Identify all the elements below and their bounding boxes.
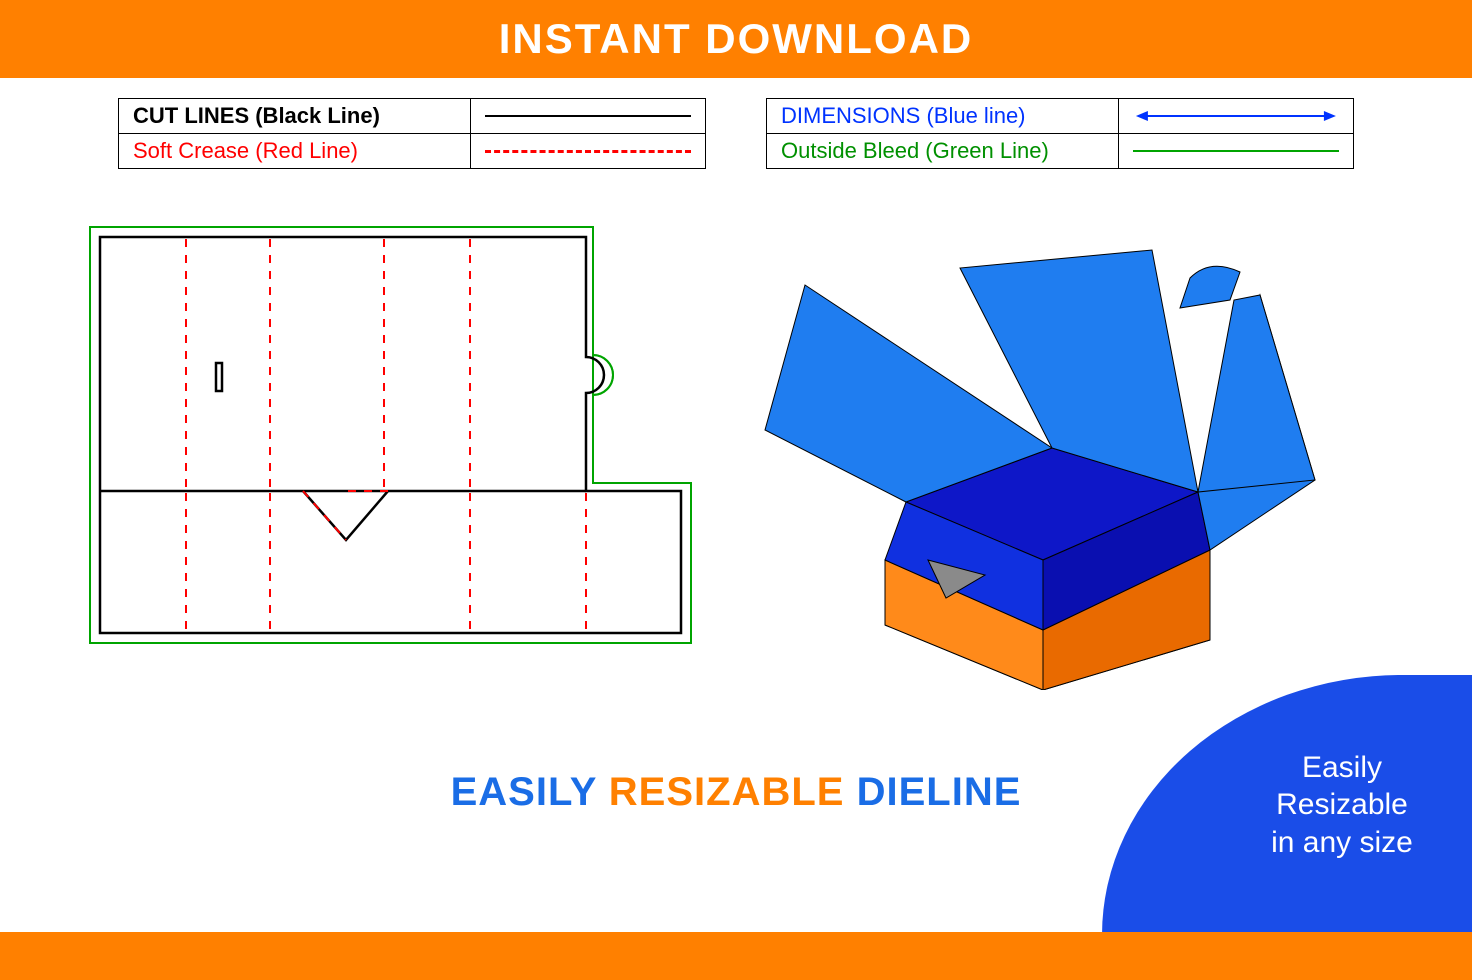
top-banner: INSTANT DOWNLOAD [0, 0, 1472, 78]
legend-crease-label: Soft Crease (Red Line) [119, 134, 471, 169]
box-3d-svg [760, 230, 1320, 690]
legend-bleed-label: Outside Bleed (Green Line) [767, 134, 1119, 169]
arrow-blue-icon [1133, 108, 1339, 124]
legend-bleed-sample [1119, 134, 1354, 169]
tagline-word-3: DIELINE [857, 770, 1022, 814]
dieline-svg [88, 225, 693, 645]
legend-right: DIMENSIONS (Blue line) Outside Bleed (Gr… [766, 98, 1354, 169]
badge-line-1: Easily [1302, 749, 1382, 787]
top-banner-text: INSTANT DOWNLOAD [499, 15, 974, 63]
legend-cut-sample [471, 99, 706, 134]
dieline-flat [88, 225, 693, 645]
corner-badge: Easily Resizable in any size [1102, 675, 1472, 935]
legend-cut-label: CUT LINES (Black Line) [119, 99, 471, 134]
badge-line-3: in any size [1271, 824, 1413, 862]
bottom-bar [0, 932, 1472, 980]
legend-left: CUT LINES (Black Line) Soft Crease (Red … [118, 98, 706, 169]
tagline-word-1: EASILY [451, 770, 597, 814]
tagline-word-2: RESIZABLE [609, 770, 845, 814]
legend-dim-label: DIMENSIONS (Blue line) [767, 99, 1119, 134]
legend-crease-sample [471, 134, 706, 169]
legend-dim-sample [1119, 99, 1354, 134]
legend-row: CUT LINES (Black Line) Soft Crease (Red … [118, 98, 1354, 169]
badge-line-2: Resizable [1276, 786, 1408, 824]
box-3d [760, 230, 1320, 690]
